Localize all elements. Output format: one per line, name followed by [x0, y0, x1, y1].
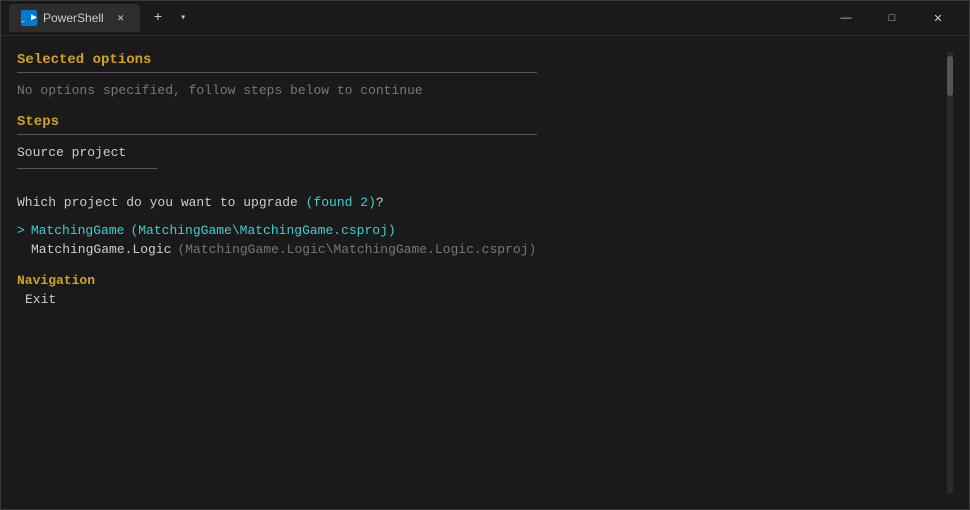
question-suffix: ?	[376, 195, 384, 210]
question-container: Which project do you want to upgrade (fo…	[17, 193, 947, 211]
close-button[interactable]: ✕	[915, 1, 961, 36]
navigation-heading: Navigation	[17, 273, 947, 288]
question-text: Which project do you want to upgrade (fo…	[17, 195, 384, 210]
window-controls: — □ ✕	[823, 1, 961, 36]
content-area: Selected options No options specified, f…	[1, 36, 969, 509]
found-count: (found 2)	[306, 195, 376, 210]
list-item[interactable]: > MatchingGame (MatchingGame\MatchingGam…	[17, 223, 947, 238]
project-name-normal: MatchingGame.Logic	[31, 242, 171, 257]
nav-exit-item[interactable]: Exit	[25, 292, 947, 307]
selected-options-heading: Selected options	[17, 52, 947, 68]
tab-title: PowerShell	[43, 11, 104, 25]
minimize-button[interactable]: —	[823, 1, 869, 36]
new-tab-button[interactable]: +	[148, 8, 168, 28]
question-prefix: Which project do you want to upgrade	[17, 195, 306, 210]
project-path-normal: (MatchingGame.Logic\MatchingGame.Logic.c…	[177, 242, 536, 257]
title-bar-left: _ ▶ PowerShell ✕ + ▾	[9, 4, 823, 32]
powershell-icon: _ ▶	[21, 10, 37, 26]
tab-close-button[interactable]: ✕	[114, 11, 128, 25]
no-options-text: No options specified, follow steps below…	[17, 83, 947, 98]
scrollbar[interactable]	[947, 52, 953, 493]
navigation-section: Navigation Exit	[17, 273, 947, 307]
steps-divider	[17, 134, 537, 135]
source-project-step: Source project	[17, 145, 157, 169]
tab-dropdown-button[interactable]: ▾	[176, 10, 190, 26]
title-bar: _ ▶ PowerShell ✕ + ▾ — □ ✕	[1, 1, 969, 36]
list-item[interactable]: MatchingGame.Logic (MatchingGame.Logic\M…	[31, 242, 947, 257]
steps-section: Steps Source project	[17, 114, 947, 169]
powershell-window: _ ▶ PowerShell ✕ + ▾ — □ ✕ Selected opti…	[0, 0, 970, 510]
project-list: > MatchingGame (MatchingGame\MatchingGam…	[17, 223, 947, 257]
selection-arrow: >	[17, 223, 25, 238]
scrollbar-thumb[interactable]	[947, 56, 953, 96]
project-name-selected: MatchingGame	[31, 223, 125, 238]
selected-options-divider	[17, 72, 537, 73]
steps-heading: Steps	[17, 114, 947, 130]
tab-item[interactable]: _ ▶ PowerShell ✕	[9, 4, 140, 32]
selected-options-section: Selected options No options specified, f…	[17, 52, 947, 98]
terminal-content: Selected options No options specified, f…	[17, 52, 947, 493]
project-path-selected: (MatchingGame\MatchingGame.csproj)	[130, 223, 395, 238]
maximize-button[interactable]: □	[869, 1, 915, 36]
